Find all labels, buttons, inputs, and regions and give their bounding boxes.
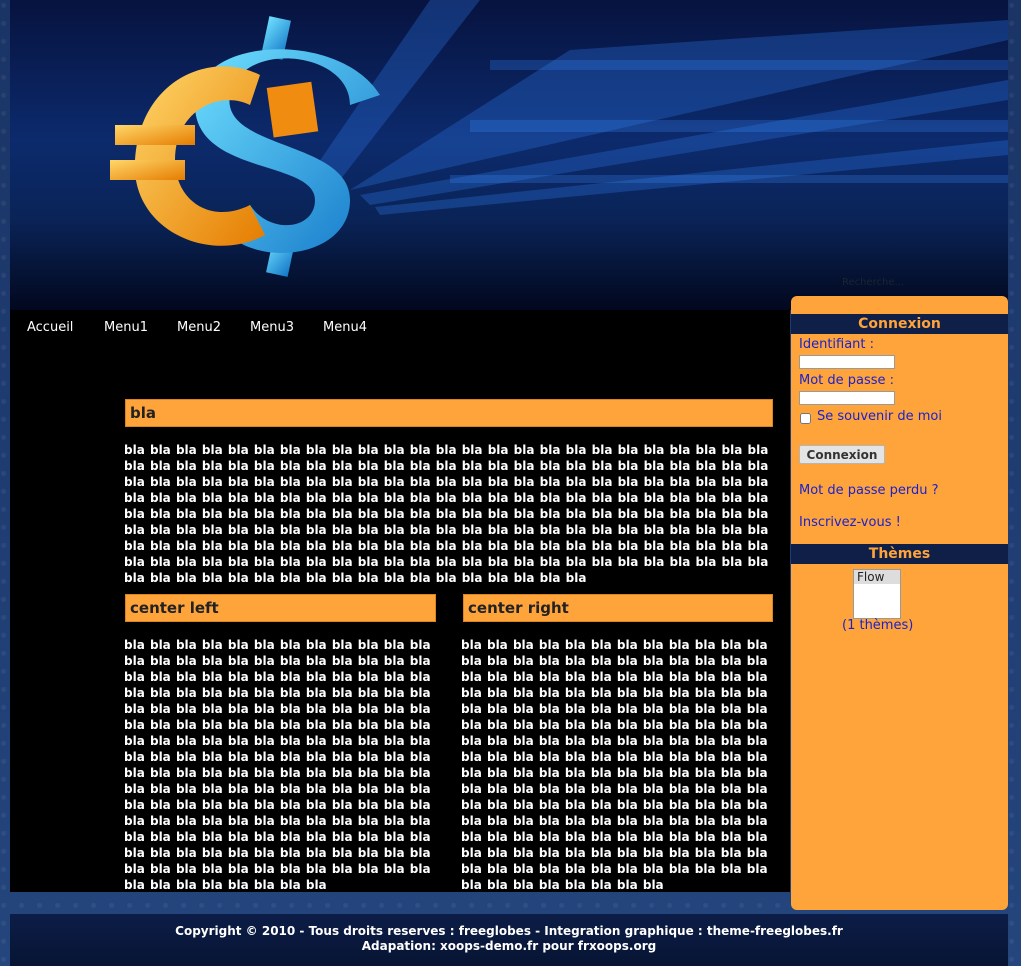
main-content: Accueil Menu1 Menu2 Menu3 Menu4 bla bla … [10, 310, 790, 892]
header-banner [10, 0, 1008, 310]
sidebar: Connexion Identifiant : Mot de passe : S… [791, 296, 1008, 910]
theme-count: (1 thèmes) [842, 618, 914, 633]
center-right-title: center right [463, 594, 773, 622]
main-navigation: Accueil Menu1 Menu2 Menu3 Menu4 [10, 310, 790, 344]
main-block-text: bla bla bla bla bla bla bla bla bla bla … [124, 443, 769, 585]
lost-password-link[interactable]: Mot de passe perdu ? [799, 483, 939, 498]
theme-option[interactable]: Flow [854, 570, 900, 584]
login-block-title: Connexion [791, 314, 1008, 334]
center-right-text: bla bla bla bla bla bla bla bla bla bla … [461, 638, 768, 892]
username-field[interactable] [799, 355, 895, 369]
nav-item-menu4[interactable]: Menu4 [323, 320, 367, 335]
footer: Copyright © 2010 - Tous droits reserves … [10, 914, 1008, 966]
nav-item-menu3[interactable]: Menu3 [250, 320, 294, 335]
password-field[interactable] [799, 391, 895, 405]
center-left-text: bla bla bla bla bla bla bla bla bla bla … [124, 638, 431, 892]
euro-dollar-icon [110, 16, 380, 277]
password-label: Mot de passe : [799, 373, 895, 388]
themes-block-title: Thèmes [791, 544, 1008, 564]
search-input[interactable] [840, 274, 994, 290]
center-left-title: center left [125, 594, 436, 622]
main-block-title: bla [125, 399, 773, 427]
footer-adaptation: Adapation: xoops-demo.fr pour frxoops.or… [361, 939, 657, 953]
remember-me-label[interactable]: Se souvenir de moi [817, 409, 942, 424]
nav-item-accueil[interactable]: Accueil [27, 320, 73, 335]
nav-item-menu1[interactable]: Menu1 [104, 320, 148, 335]
register-link[interactable]: Inscrivez-vous ! [799, 515, 901, 530]
footer-copyright: Copyright © 2010 - Tous droits reserves … [175, 924, 843, 938]
remember-me-checkbox[interactable] [800, 413, 811, 424]
nav-item-menu2[interactable]: Menu2 [177, 320, 221, 335]
username-label: Identifiant : [799, 337, 875, 352]
login-button[interactable]: Connexion [799, 445, 885, 464]
theme-select[interactable]: Flow [853, 569, 901, 619]
